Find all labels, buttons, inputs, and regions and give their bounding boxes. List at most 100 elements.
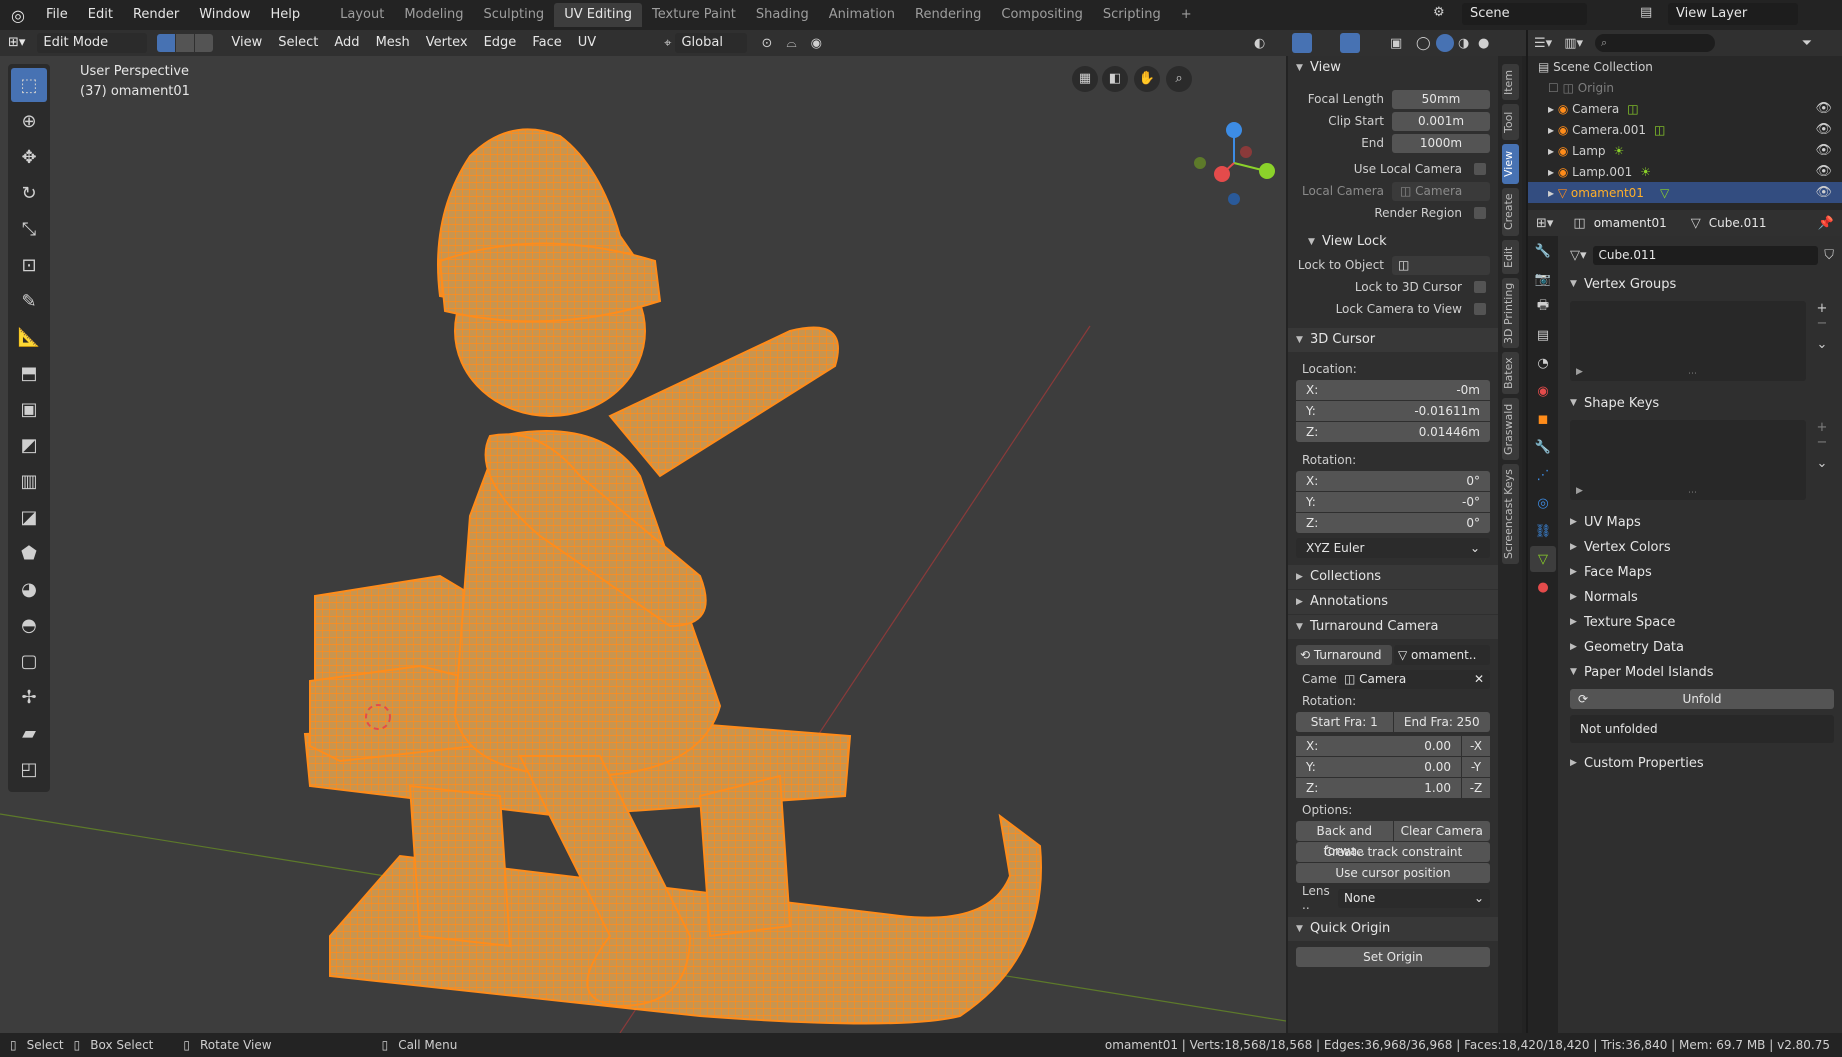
select-box-icon[interactable]: ⬚ <box>11 68 47 102</box>
scene-selector[interactable]: Scene <box>1462 3 1587 25</box>
shape-keys-list[interactable]: ▶ ⋯ <box>1570 420 1806 500</box>
turn-y-field[interactable]: Y: 0.00 <box>1296 757 1461 777</box>
negate-z-button[interactable]: -Z <box>1462 778 1490 798</box>
smooth-tool-icon[interactable]: ◓ <box>11 608 47 642</box>
outliner-row-camera[interactable]: ▸ ◉ Camera ◫ 👁 <box>1528 98 1842 119</box>
eye-icon[interactable]: 👁 <box>1815 122 1832 137</box>
tab-scripting[interactable]: Scripting <box>1093 3 1171 27</box>
outliner-editor-icon[interactable]: ☰▾ <box>1534 36 1552 51</box>
outliner-row-omament01[interactable]: ▸ ▽ omament01 ▽ 👁 <box>1528 182 1842 203</box>
tab-uv-editing[interactable]: UV Editing <box>554 3 643 27</box>
remove-icon[interactable]: − <box>1810 316 1834 331</box>
gizmo-z-icon[interactable] <box>1226 122 1242 138</box>
camera-view-icon[interactable]: ◧ <box>1102 66 1128 92</box>
cursor-rot-z[interactable]: Z: 0° <box>1296 513 1490 533</box>
focal-length-field[interactable]: 50mm <box>1392 89 1490 109</box>
vertex-select-icon[interactable] <box>157 34 176 52</box>
unfold-button[interactable]: ⟳ Unfold <box>1570 689 1834 709</box>
overlay-toggle-icon[interactable] <box>1340 33 1360 53</box>
cursor-loc-y[interactable]: Y: -0.01611m <box>1296 401 1490 421</box>
tab-layout[interactable]: Layout <box>330 3 394 27</box>
lock-cursor-checkbox[interactable] <box>1474 281 1486 293</box>
lock-object-field[interactable]: ◫ <box>1392 255 1490 275</box>
menu-file[interactable]: File <box>36 0 78 30</box>
outliner-row-camera-001[interactable]: ▸ ◉ Camera.001 ◫ 👁 <box>1528 119 1842 140</box>
menu-add[interactable]: Add <box>326 32 367 54</box>
clip-start-field[interactable]: 0.001m <box>1392 111 1490 131</box>
particles-tab-icon[interactable]: ⋰ <box>1530 462 1556 488</box>
cursor-loc-z[interactable]: Z: 0.01446m <box>1296 422 1490 442</box>
use-cursor-button[interactable]: Use cursor position <box>1296 863 1490 883</box>
tab-shading[interactable]: Shading <box>746 3 819 27</box>
shear-tool-icon[interactable]: ▰ <box>11 716 47 750</box>
turnaround-header[interactable]: ▼ Turnaround Camera <box>1288 615 1498 639</box>
tab-screencast-keys[interactable]: Screencast Keys <box>1502 464 1519 564</box>
proportional-edit-icon[interactable]: ◉ <box>811 36 822 51</box>
menu-select[interactable]: Select <box>270 32 326 54</box>
tool-tab-icon[interactable]: 🔧 <box>1530 238 1556 264</box>
menu-face[interactable]: Face <box>524 32 569 54</box>
rotation-mode-dropdown[interactable]: XYZ Euler ⌄ <box>1296 538 1490 558</box>
inset-tool-icon[interactable]: ▣ <box>11 392 47 426</box>
physics-tab-icon[interactable]: ◎ <box>1530 490 1556 516</box>
set-origin-button[interactable]: Set Origin <box>1296 947 1490 967</box>
expand-icon[interactable]: ▶ <box>1576 486 1583 496</box>
texture-space-section[interactable]: ▶ Texture Space <box>1562 610 1842 635</box>
resize-handle-icon[interactable]: ⋯ <box>1688 369 1697 379</box>
xray-icon[interactable]: ▣ <box>1390 36 1402 51</box>
outliner-row-lamp-001[interactable]: ▸ ◉ Lamp.001 ☀ 👁 <box>1528 161 1842 182</box>
lock-camera-checkbox[interactable] <box>1474 303 1486 315</box>
cursor-tool-icon[interactable]: ⊕ <box>11 104 47 138</box>
gizmo-toggle-icon[interactable] <box>1292 33 1312 53</box>
scene-collection-row[interactable]: ▤ Scene Collection <box>1528 56 1842 77</box>
vertex-colors-section[interactable]: ▶ Vertex Colors <box>1562 535 1842 560</box>
object-tab-icon[interactable]: ◼ <box>1530 406 1556 432</box>
local-camera-field[interactable]: ◫ Camera <box>1392 181 1490 201</box>
eye-icon[interactable]: 👁 <box>1815 185 1832 200</box>
constraints-tab-icon[interactable]: ⛓ <box>1530 518 1556 544</box>
mesh-browse-icon[interactable]: ▽▾ <box>1570 248 1587 263</box>
view-lock-header[interactable]: ▼ View Lock <box>1288 230 1498 254</box>
back-forward-button[interactable]: Back and forwa.. <box>1296 821 1393 858</box>
tab-view[interactable]: View <box>1502 144 1519 184</box>
menu-view[interactable]: View <box>223 32 270 54</box>
toggle-camera-ortho-icon[interactable]: ▦ <box>1072 66 1098 92</box>
edge-select-icon[interactable] <box>176 34 195 52</box>
turn-x-field[interactable]: X: 0.00 <box>1296 736 1461 756</box>
add-icon[interactable]: + <box>1810 301 1834 316</box>
extrude-tool-icon[interactable]: ⬒ <box>11 356 47 390</box>
tab-batex[interactable]: Batex <box>1502 352 1519 394</box>
camera-field[interactable]: ◫ Camera ✕ <box>1338 669 1490 689</box>
tab-compositing[interactable]: Compositing <box>991 3 1093 27</box>
pin-icon[interactable]: 📌 <box>1818 216 1834 231</box>
chevron-down-icon[interactable]: ⌄ <box>1810 337 1834 352</box>
cursor-panel-header[interactable]: ▼ 3D Cursor <box>1288 328 1498 352</box>
edge-slide-tool-icon[interactable]: ▢ <box>11 644 47 678</box>
cursor-rot-x[interactable]: X: 0° <box>1296 471 1490 491</box>
tab-sculpting[interactable]: Sculpting <box>473 3 554 27</box>
scale-tool-icon[interactable]: ⤡ <box>11 212 47 246</box>
normals-section[interactable]: ▶ Normals <box>1562 585 1842 610</box>
create-track-button[interactable]: Create track constraint <box>1296 842 1490 862</box>
eye-icon[interactable]: 👁 <box>1815 143 1832 158</box>
spin-tool-icon[interactable]: ◕ <box>11 572 47 606</box>
clip-end-field[interactable]: 1000m <box>1392 133 1490 153</box>
turnaround-button[interactable]: ⟲ Turnaround <box>1296 645 1392 665</box>
render-tab-icon[interactable]: 📷 <box>1530 266 1556 292</box>
pivot-icon[interactable]: ⊙ <box>761 36 772 51</box>
view-panel-header[interactable]: ▼ View <box>1288 56 1498 80</box>
gizmo-neg-y-icon[interactable] <box>1194 157 1206 169</box>
outliner-search-input[interactable]: ⌕ <box>1595 34 1715 52</box>
face-select-icon[interactable] <box>195 34 214 52</box>
gizmo-neg-x-icon[interactable] <box>1240 146 1252 158</box>
menu-vertex[interactable]: Vertex <box>418 32 476 54</box>
add-workspace-icon[interactable]: + <box>1171 3 1202 27</box>
fake-user-icon[interactable]: ⛉ <box>1824 248 1834 263</box>
expand-icon[interactable]: ▶ <box>1576 367 1583 377</box>
poly-build-tool-icon[interactable]: ⬟ <box>11 536 47 570</box>
shading-wireframe-icon[interactable]: ◯ <box>1416 36 1431 51</box>
menu-window[interactable]: Window <box>189 0 260 30</box>
zoom-view-icon[interactable]: ⌕ <box>1166 66 1192 92</box>
filter-icon[interactable]: ⏷ <box>1802 36 1812 51</box>
3d-viewport[interactable]: User Perspective (37) omament01 ▦ ◧ ✋ ⌕ … <box>0 56 1286 1033</box>
